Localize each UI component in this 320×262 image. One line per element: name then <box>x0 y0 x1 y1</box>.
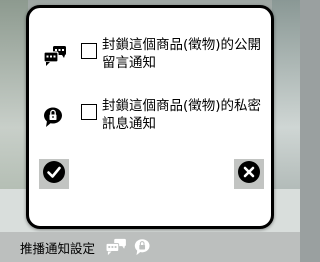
close-circle-icon <box>237 160 261 188</box>
option-private-message[interactable]: 封鎖這個商品(徵物)的私密訊息通知 <box>43 94 271 144</box>
public-comment-icon <box>105 238 127 256</box>
cancel-button[interactable] <box>234 159 264 189</box>
private-message-icon <box>134 238 152 256</box>
notification-settings-dialog: 封鎖這個商品(徵物)的公開留言通知 封鎖這個商品(徵物)的私密訊息通知 <box>26 5 274 229</box>
private-message-label: 封鎖這個商品(徵物)的私密訊息通知 <box>102 98 262 132</box>
confirm-button[interactable] <box>39 159 69 189</box>
private-message-icon <box>43 106 67 128</box>
public-comment-checkbox[interactable] <box>81 43 97 59</box>
private-message-checkbox[interactable] <box>81 104 97 120</box>
public-comment-icon <box>43 45 67 67</box>
option-public-comment[interactable]: 封鎖這個商品(徵物)的公開留言通知 <box>43 33 271 83</box>
check-circle-icon <box>42 160 66 188</box>
push-notification-bar[interactable]: 推播通知設定 <box>0 232 300 262</box>
public-comment-label: 封鎖這個商品(徵物)的公開留言通知 <box>102 37 262 71</box>
